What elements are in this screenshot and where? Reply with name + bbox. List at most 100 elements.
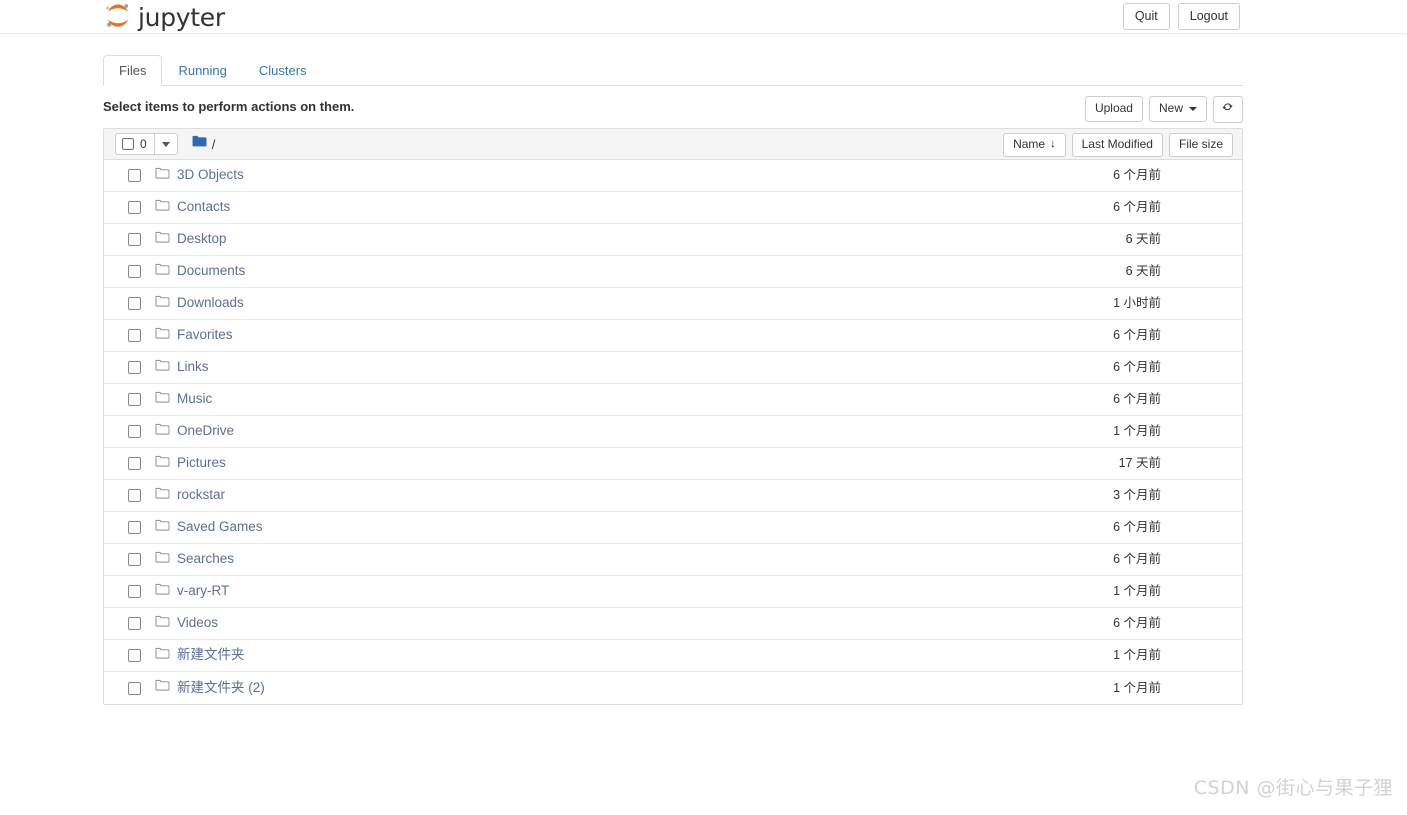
file-link[interactable]: Pictures — [155, 455, 226, 473]
file-link[interactable]: Music — [155, 391, 212, 409]
file-modified: 17 天前 — [1118, 456, 1161, 470]
file-modified: 1 个月前 — [1113, 584, 1161, 598]
file-link[interactable]: Downloads — [155, 295, 244, 313]
row-checkbox[interactable] — [128, 489, 141, 502]
file-actions: Upload New — [1084, 96, 1243, 123]
row-checkbox[interactable] — [128, 425, 141, 438]
file-link[interactable]: v-ary-RT — [155, 583, 229, 601]
row-checkbox[interactable] — [128, 457, 141, 470]
file-link[interactable]: Saved Games — [155, 519, 263, 537]
brand-title: jupyter — [138, 2, 225, 32]
upload-button[interactable]: Upload — [1084, 96, 1143, 122]
table-row[interactable]: rockstar 3 个月前 — [104, 480, 1242, 512]
table-row[interactable]: Videos 6 个月前 — [104, 608, 1242, 640]
sort-by-modified-button[interactable]: Last Modified — [1071, 133, 1163, 157]
refresh-button[interactable] — [1213, 96, 1243, 123]
file-modified: 6 天前 — [1125, 232, 1161, 246]
file-name: rockstar — [177, 487, 226, 503]
file-name: 新建文件夹 (2) — [177, 679, 265, 695]
select-all-button[interactable]: 0 — [116, 134, 155, 154]
table-row[interactable]: Music 6 个月前 — [104, 384, 1242, 416]
file-name: Saved Games — [177, 519, 263, 535]
row-checkbox[interactable] — [128, 649, 141, 662]
file-name: Videos — [177, 615, 219, 631]
table-row[interactable]: Documents 6 天前 — [104, 256, 1242, 288]
file-link[interactable]: 新建文件夹 — [155, 647, 245, 665]
folder-icon — [155, 647, 170, 665]
file-link[interactable]: Contacts — [155, 199, 230, 217]
table-row[interactable]: Contacts 6 个月前 — [104, 192, 1242, 224]
table-row[interactable]: Downloads 1 小时前 — [104, 288, 1242, 320]
table-row[interactable]: Searches 6 个月前 — [104, 544, 1242, 576]
checkbox-icon[interactable] — [122, 138, 134, 150]
row-checkbox[interactable] — [128, 169, 141, 182]
file-name: Links — [177, 359, 209, 375]
folder-icon — [155, 487, 170, 505]
table-row[interactable]: Favorites 6 个月前 — [104, 320, 1242, 352]
row-checkbox[interactable] — [128, 265, 141, 278]
file-modified: 1 个月前 — [1113, 424, 1161, 438]
file-name: Favorites — [177, 327, 233, 343]
file-link[interactable]: rockstar — [155, 487, 225, 505]
row-checkbox[interactable] — [128, 329, 141, 342]
file-name: 3D Objects — [177, 167, 244, 183]
file-name: Downloads — [177, 295, 244, 311]
file-link[interactable]: 新建文件夹 (2) — [155, 679, 265, 697]
row-checkbox[interactable] — [128, 297, 141, 310]
row-checkbox[interactable] — [128, 617, 141, 630]
table-row[interactable]: Pictures 17 天前 — [104, 448, 1242, 480]
row-checkbox[interactable] — [128, 681, 141, 695]
table-row[interactable]: Links 6 个月前 — [104, 352, 1242, 384]
file-link[interactable]: Searches — [155, 551, 234, 569]
file-name: Pictures — [177, 455, 226, 471]
row-checkbox[interactable] — [128, 393, 141, 406]
breadcrumb-path[interactable]: / — [212, 137, 216, 152]
jupyter-brand-link[interactable]: jupyter — [103, 0, 225, 34]
file-link[interactable]: OneDrive — [155, 423, 234, 441]
file-link[interactable]: Desktop — [155, 231, 227, 249]
folder-icon — [155, 615, 170, 633]
tab-running[interactable]: Running — [162, 55, 242, 86]
table-row[interactable]: v-ary-RT 1 个月前 — [104, 576, 1242, 608]
file-link[interactable]: Links — [155, 359, 209, 377]
file-modified: 1 个月前 — [1113, 680, 1161, 695]
file-link[interactable]: Videos — [155, 615, 218, 633]
folder-icon — [155, 359, 170, 377]
row-checkbox[interactable] — [128, 233, 141, 246]
refresh-icon — [1222, 101, 1234, 118]
row-checkbox[interactable] — [128, 521, 141, 534]
tab-clusters[interactable]: Clusters — [243, 55, 323, 86]
table-row[interactable]: OneDrive 1 个月前 — [104, 416, 1242, 448]
file-modified: 6 个月前 — [1113, 200, 1161, 214]
folder-icon — [155, 263, 170, 281]
table-row[interactable]: Desktop 6 天前 — [104, 224, 1242, 256]
file-name: Searches — [177, 551, 235, 567]
folder-icon — [155, 327, 170, 345]
new-dropdown-button[interactable]: New — [1148, 96, 1207, 122]
select-all-group: 0 — [115, 133, 178, 155]
sort-by-size-button[interactable]: File size — [1168, 133, 1233, 157]
file-name: 新建文件夹 — [177, 647, 245, 663]
table-row[interactable]: Saved Games 6 个月前 — [104, 512, 1242, 544]
selected-count: 0 — [140, 137, 147, 151]
quit-button[interactable]: Quit — [1122, 3, 1170, 30]
logout-button[interactable]: Logout — [1177, 3, 1240, 30]
sort-by-name-button[interactable]: Name ↓ — [1003, 133, 1066, 157]
app-header: jupyter Quit Logout — [0, 0, 1407, 34]
table-row[interactable]: 新建文件夹 1 个月前 — [104, 640, 1242, 672]
file-link[interactable]: Documents — [155, 263, 245, 281]
row-checkbox[interactable] — [128, 361, 141, 374]
file-link[interactable]: 3D Objects — [155, 167, 244, 185]
action-row: Select items to perform actions on them.… — [103, 96, 1243, 123]
select-dropdown-button[interactable] — [155, 134, 177, 154]
breadcrumb: / — [192, 135, 216, 153]
file-name: v-ary-RT — [177, 583, 230, 599]
row-checkbox[interactable] — [128, 553, 141, 566]
table-row[interactable]: 3D Objects 6 个月前 — [104, 160, 1242, 192]
file-link[interactable]: Favorites — [155, 327, 233, 345]
row-checkbox[interactable] — [128, 585, 141, 598]
row-checkbox[interactable] — [128, 201, 141, 214]
sort-name-label: Name — [1013, 137, 1046, 151]
tab-files[interactable]: Files — [103, 54, 163, 86]
table-row[interactable]: 新建文件夹 (2) 1 个月前 — [104, 672, 1242, 704]
